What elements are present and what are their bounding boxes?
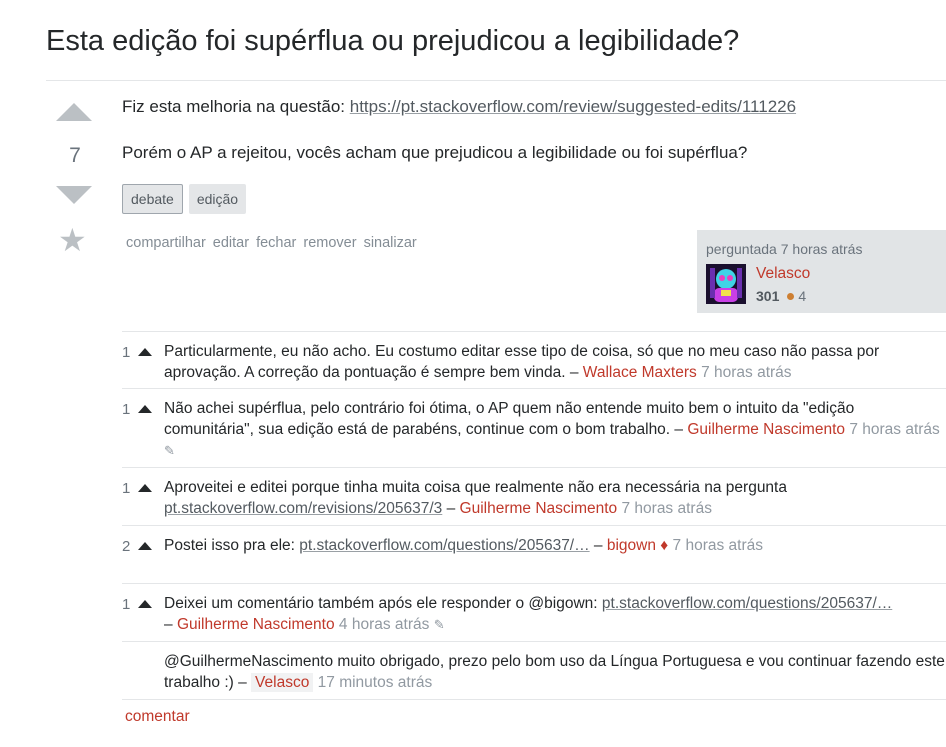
comment-user-link[interactable]: Guilherme Nascimento	[460, 500, 618, 517]
question-link[interactable]: pt.stackoverflow.com/questions/205637/…	[299, 537, 589, 554]
comment-upvote-icon[interactable]	[138, 405, 152, 413]
comment-time[interactable]: 4 horas atrás	[339, 616, 429, 633]
tag-edicao[interactable]: edição	[188, 184, 247, 214]
title-divider	[46, 80, 946, 81]
comment-score: 2	[122, 538, 131, 555]
close-link[interactable]: fechar	[256, 235, 296, 251]
comment-time[interactable]: 7 horas atrás	[849, 421, 939, 438]
question-link[interactable]: pt.stackoverflow.com/questions/205637/…	[602, 595, 892, 612]
revision-link[interactable]: pt.stackoverflow.com/revisions/205637/3	[164, 500, 442, 517]
comment-upvote-icon[interactable]	[138, 348, 152, 356]
owner-user-card: perguntada 7 horas atrás Velasco 301 4	[697, 230, 946, 313]
suggested-edit-link[interactable]: https://pt.stackoverflow.com/review/sugg…	[350, 97, 796, 116]
tag-debate[interactable]: debate	[122, 184, 183, 214]
comment-body: Aproveitei e editei porque tinha muita c…	[164, 479, 787, 517]
comment-score: 1	[122, 401, 131, 418]
question-title[interactable]: Esta edição foi supérflua ou prejudicou …	[46, 22, 739, 60]
comment-body: Não achei supérflua, pelo contrário foi …	[164, 398, 946, 461]
avatar[interactable]	[706, 264, 746, 304]
comment-time[interactable]: 7 horas atrás	[621, 500, 711, 517]
comment: 1 Particularmente, eu não acho. Eu costu…	[122, 331, 946, 388]
comment-user-link[interactable]: bigown	[607, 537, 656, 554]
comment: 1 Não achei supérflua, pelo contrário fo…	[122, 388, 946, 467]
comment-upvote-icon[interactable]	[138, 484, 152, 492]
edit-link[interactable]: editar	[213, 235, 249, 251]
upvote-icon[interactable]	[56, 103, 92, 121]
owner-user-link[interactable]: Velasco	[756, 265, 810, 283]
comment-body: Deixei um comentário também após ele res…	[164, 595, 893, 633]
comment-user-link[interactable]: Velasco	[251, 673, 314, 692]
comment: 2 Postei isso pra ele: pt.stackoverflow.…	[122, 525, 946, 583]
comment-body: Particularmente, eu não acho. Eu costumo…	[164, 341, 946, 383]
comment: @GuilhermeNascimento muito obrigado, pre…	[122, 641, 946, 700]
bronze-badge-count: 4	[798, 288, 807, 304]
downvote-icon[interactable]	[56, 186, 92, 204]
post-body-text: Fiz esta melhoria na questão:	[122, 97, 350, 116]
tag-list: debate edição	[122, 184, 247, 214]
comment-text: Postei isso pra ele:	[164, 537, 300, 554]
post-body-line-1: Fiz esta melhoria na questão: https://pt…	[122, 97, 796, 117]
comment-time[interactable]: 7 horas atrás	[701, 364, 791, 381]
comment-body: Postei isso pra ele: pt.stackoverflow.co…	[164, 537, 763, 554]
moderator-diamond-icon: ♦	[660, 537, 669, 554]
post-menu: compartilhar editar fechar remover sinal…	[126, 235, 417, 251]
comment-score: 1	[122, 480, 131, 497]
comment-score: 1	[122, 596, 131, 613]
comment: 1 Aproveitei e editei porque tinha muita…	[122, 467, 946, 525]
reputation-score: 301	[756, 288, 780, 304]
comment-upvote-icon[interactable]	[138, 542, 152, 550]
comment-time[interactable]: 17 minutos atrás	[318, 674, 433, 691]
add-comment-link[interactable]: comentar	[125, 708, 190, 726]
comment-text: Aproveitei e editei porque tinha muita c…	[164, 479, 787, 496]
comment-user-link[interactable]: Guilherme Nascimento	[687, 421, 845, 438]
comment-list: 1 Particularmente, eu não acho. Eu costu…	[122, 331, 946, 700]
comment-user-link[interactable]: Guilherme Nascimento	[177, 616, 335, 633]
comment-time[interactable]: 7 horas atrás	[673, 537, 763, 554]
comment-score: 1	[122, 344, 131, 361]
owner-reputation: 301 4	[756, 288, 806, 304]
vote-count: 7	[69, 144, 81, 167]
delete-link[interactable]: remover	[303, 235, 356, 251]
comment-user-link[interactable]: Wallace Maxters	[583, 364, 697, 381]
flag-link[interactable]: sinalizar	[364, 235, 417, 251]
pencil-icon: ✎	[164, 443, 175, 458]
bronze-badge-icon	[787, 292, 795, 300]
asked-time: perguntada 7 horas atrás	[706, 241, 863, 257]
share-link[interactable]: compartilhar	[126, 235, 206, 251]
post-body-line-2: Porém o AP a rejeitou, vocês acham que p…	[122, 143, 748, 162]
comment-upvote-icon[interactable]	[138, 600, 152, 608]
comment-text: Deixei um comentário também após ele res…	[164, 595, 602, 612]
comment-body: @GuilhermeNascimento muito obrigado, pre…	[164, 651, 946, 693]
comment: 1 Deixei um comentário também após ele r…	[122, 583, 946, 641]
favorite-star-icon[interactable]: ★	[58, 224, 87, 256]
pencil-icon: ✎	[433, 617, 445, 632]
